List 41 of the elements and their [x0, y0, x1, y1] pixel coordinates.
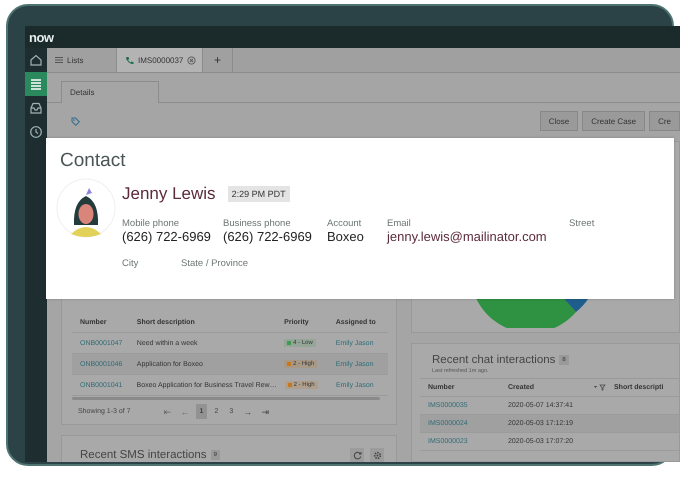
close-icon — [187, 56, 196, 64]
refresh-button[interactable] — [350, 448, 364, 462]
panel-title: Recent chat interactions — [432, 354, 556, 366]
app-logo[interactable]: now — [29, 30, 54, 44]
refresh-icon — [352, 450, 362, 460]
phone-icon — [125, 56, 134, 64]
previous-page-button[interactable]: ← — [178, 406, 193, 417]
field-value: (626) 722-6969 — [122, 229, 212, 244]
home-icon — [29, 53, 43, 67]
tab[interactable]: Details — [61, 81, 159, 103]
list-icon — [29, 77, 43, 91]
panel-title: Recent SMS interactions — [80, 449, 207, 461]
inbox-icon — [29, 101, 43, 115]
field-value: (626) 722-6969 — [223, 229, 313, 244]
field-label: Email — [387, 218, 412, 229]
card-title: Contact — [60, 150, 126, 172]
settings-button[interactable] — [370, 448, 384, 462]
sort-filter-icon — [594, 384, 606, 391]
tag-icon — [71, 116, 80, 126]
field-label: State / Province — [181, 258, 250, 269]
field-label: Mobile phone — [122, 218, 180, 229]
toolbar-button[interactable]: Close — [540, 111, 578, 131]
first-page-button[interactable]: ⇤ — [160, 406, 175, 417]
local-time: 2:29 PM PDT — [228, 186, 290, 202]
email-link[interactable]: jenny.lewis@mailinator.com — [387, 229, 569, 244]
field-label: Account — [327, 218, 362, 229]
clock-icon — [29, 125, 43, 139]
avatar-drawing — [56, 178, 116, 238]
field-value: Boxeo — [327, 229, 365, 244]
toolbar-button[interactable]: Cre — [649, 111, 680, 131]
next-page-button[interactable]: → — [240, 406, 256, 417]
tab[interactable]: IMS0000037 — [117, 48, 203, 72]
last-page-button[interactable]: ⇥ — [258, 406, 272, 417]
settings-icon — [372, 450, 382, 460]
field-label: City — [122, 258, 140, 269]
tab[interactable]: + — [203, 48, 233, 72]
contact-name: Jenny Lewis — [122, 184, 216, 204]
toolbar-button[interactable]: Create Case — [582, 111, 646, 131]
field-label: Business phone — [223, 218, 292, 229]
list-icon — [55, 56, 63, 64]
field-label: Street — [569, 218, 594, 229]
